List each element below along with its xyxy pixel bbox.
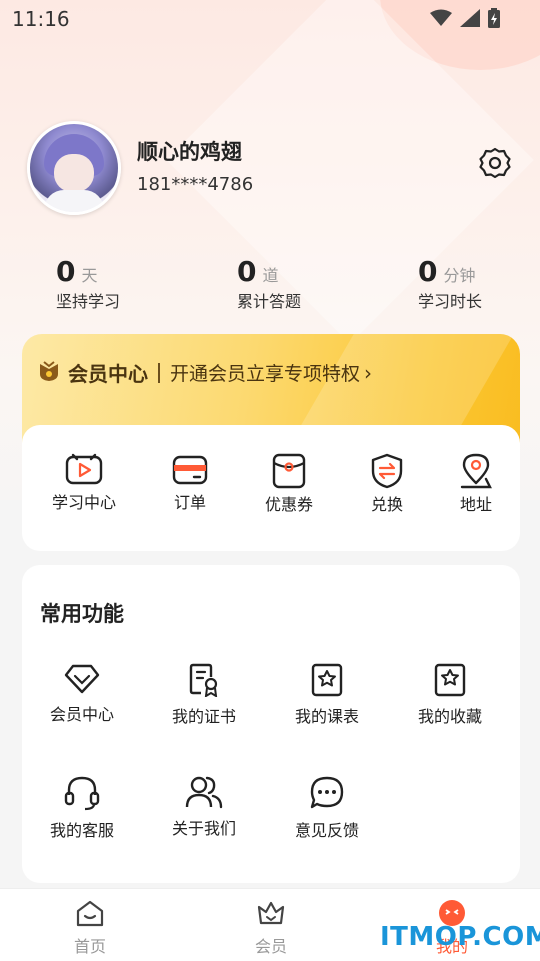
- func-vip-center[interactable]: 会员中心: [27, 663, 137, 725]
- play-icon: [39, 453, 129, 487]
- wifi-icon: [430, 9, 452, 31]
- section-title: 常用功能: [40, 602, 124, 626]
- func-label: 我的证书: [171, 707, 236, 726]
- coupon-icon: [244, 453, 334, 489]
- func-label: 我的课表: [294, 707, 359, 726]
- func-schedule[interactable]: 我的课表: [272, 663, 382, 727]
- func-about-us[interactable]: 关于我们: [149, 775, 259, 839]
- status-icons: [430, 8, 500, 32]
- status-bar: 11:16: [0, 0, 540, 36]
- chat-bubble-icon: [272, 775, 382, 811]
- crown-icon: [256, 901, 286, 931]
- wallet-icon: [145, 453, 235, 487]
- vip-divider: [158, 362, 160, 383]
- avatar[interactable]: [27, 121, 121, 215]
- stat-label: 累计答题: [237, 292, 302, 311]
- quick-study-center[interactable]: 学习中心: [39, 453, 129, 513]
- stat-study-time[interactable]: 0 分钟 学习时长: [418, 255, 482, 312]
- exchange-icon: [342, 453, 432, 489]
- stat-value: 0: [237, 255, 257, 288]
- quick-label: 学习中心: [51, 493, 116, 512]
- stat-study-days[interactable]: 0天 坚持学习: [56, 255, 120, 312]
- stat-questions[interactable]: 0道 累计答题: [237, 255, 301, 312]
- quick-label: 优惠券: [264, 495, 313, 514]
- func-label: 会员中心: [49, 705, 114, 724]
- vip-title: 会员中心: [68, 362, 148, 386]
- tab-label: 会员: [254, 937, 287, 956]
- quick-label: 订单: [173, 493, 206, 512]
- quick-label: 兑换: [370, 495, 403, 514]
- stat-label: 坚持学习: [56, 292, 121, 311]
- vip-promo-text: 开通会员立享专项特权: [170, 363, 361, 385]
- headset-icon: [27, 775, 137, 811]
- tab-home[interactable]: 首页: [40, 899, 140, 957]
- func-favorites[interactable]: 我的收藏: [395, 663, 505, 727]
- func-label: 关于我们: [171, 819, 236, 838]
- settings-button[interactable]: [476, 146, 514, 184]
- home-icon: [75, 900, 105, 931]
- location-icon: [431, 453, 521, 489]
- func-label: 我的客服: [49, 821, 114, 840]
- common-functions-card: 常用功能 会员中心 我的证书 我的课表 我的收藏 我的客服 关于我们 意见反馈: [22, 565, 520, 883]
- func-feedback[interactable]: 意见反馈: [272, 775, 382, 841]
- chevron-right-icon: ›: [364, 360, 373, 385]
- func-customer-service[interactable]: 我的客服: [27, 775, 137, 841]
- vip-badge-icon: [38, 360, 60, 386]
- quick-actions-card: 学习中心 订单 优惠券 兑换 地址: [22, 425, 520, 551]
- stat-value: 0: [56, 255, 76, 288]
- tab-label: 首页: [73, 937, 106, 956]
- bookmark-star-icon: [395, 663, 505, 697]
- stat-unit: 道: [262, 266, 279, 285]
- stat-label: 学习时长: [418, 292, 483, 311]
- battery-icon: [488, 8, 500, 32]
- func-certificates[interactable]: 我的证书: [149, 663, 259, 727]
- tab-vip[interactable]: 会员: [221, 899, 321, 957]
- stat-unit: 天: [81, 266, 98, 285]
- stat-unit: 分钟: [443, 266, 476, 285]
- func-label: 意见反馈: [294, 821, 359, 840]
- quick-label: 地址: [459, 495, 492, 514]
- signal-icon: [460, 9, 480, 31]
- certificate-icon: [149, 663, 259, 697]
- diamond-icon: [27, 663, 137, 695]
- user-name: 顺心的鸡翅: [137, 140, 242, 164]
- user-phone: 181****4786: [137, 174, 254, 195]
- users-icon: [149, 775, 259, 809]
- quick-address[interactable]: 地址: [431, 453, 521, 515]
- quick-coupons[interactable]: 优惠券: [244, 453, 334, 515]
- status-time: 11:16: [12, 7, 70, 31]
- quick-exchange[interactable]: 兑换: [342, 453, 432, 515]
- stat-value: 0: [418, 255, 438, 288]
- learning-stats: 0天 坚持学习 0道 累计答题 0 分钟 学习时长: [0, 255, 540, 315]
- func-label: 我的收藏: [417, 707, 482, 726]
- star-badge-icon: [272, 663, 382, 697]
- gear-icon: [478, 146, 512, 184]
- watermark: ITMOP.COM: [380, 922, 540, 952]
- quick-orders[interactable]: 订单: [145, 453, 235, 513]
